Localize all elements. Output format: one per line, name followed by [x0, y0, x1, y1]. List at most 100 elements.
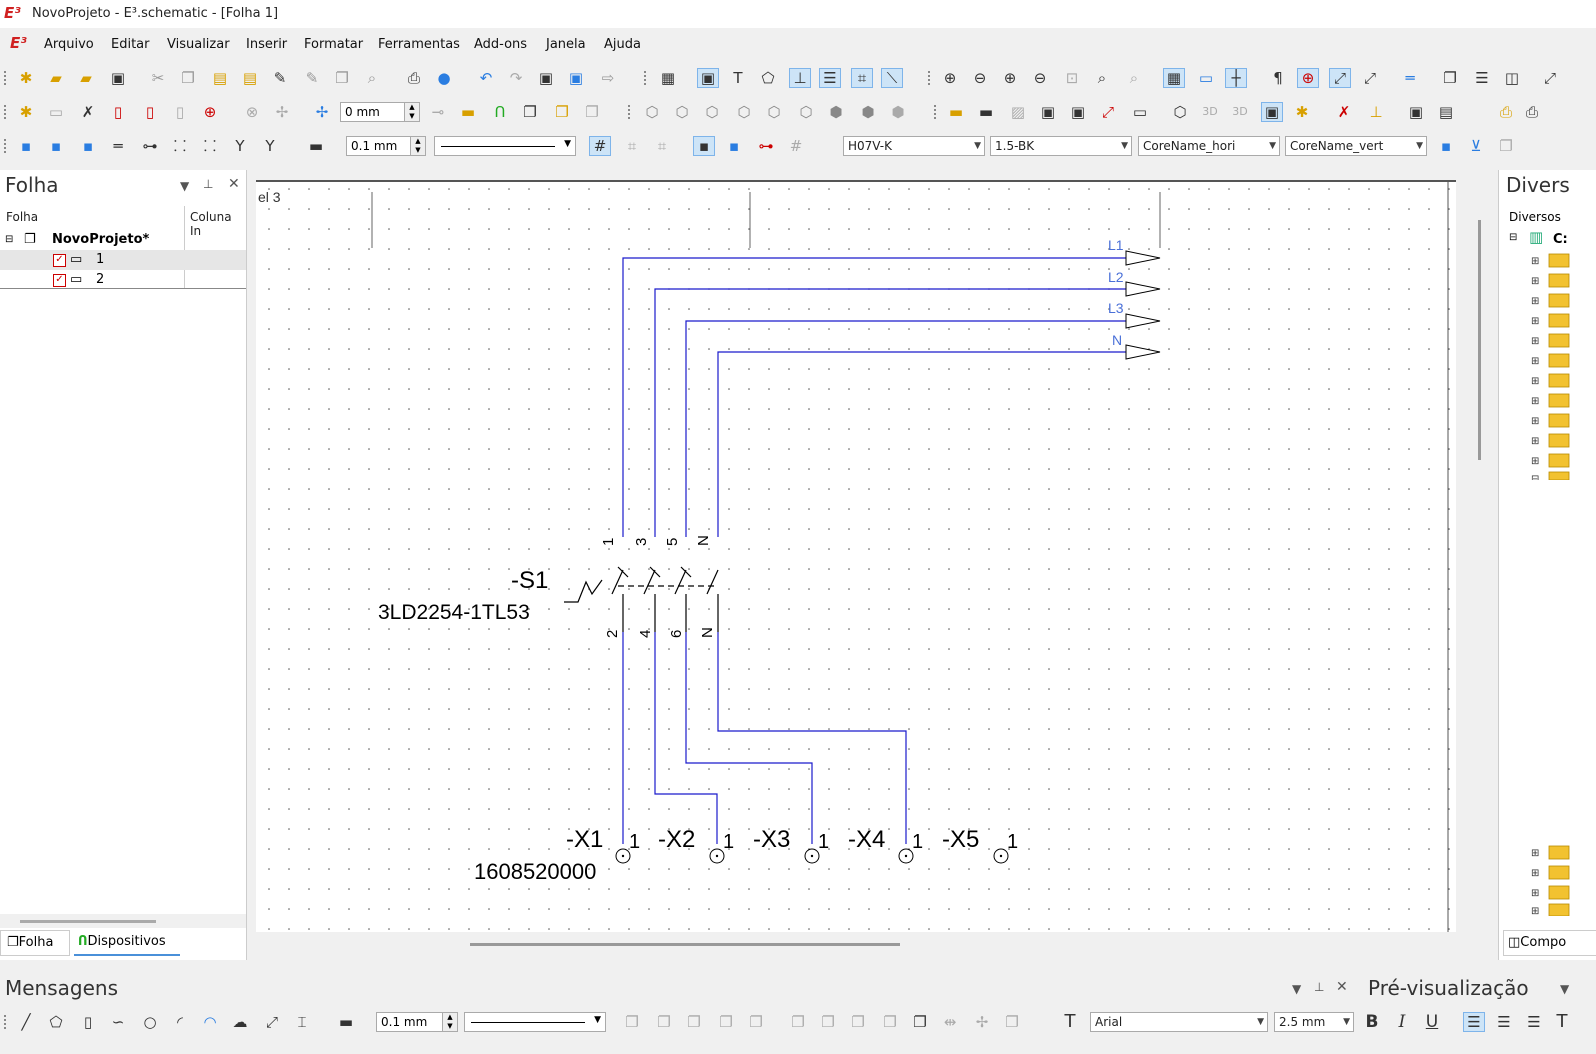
layer-icon[interactable]: ▭	[1196, 69, 1216, 87]
block-icon[interactable]: ▬	[976, 103, 996, 121]
line-icon[interactable]: ═	[1400, 69, 1420, 87]
cube-6-icon[interactable]: ⬡	[796, 103, 816, 121]
draw-polygon-icon[interactable]: ⬠	[46, 1013, 66, 1031]
3d-view-alt-icon[interactable]: 3D	[1230, 103, 1250, 121]
windows-icon[interactable]: ❐	[1440, 69, 1460, 87]
group-icon[interactable]: ❐	[1002, 1013, 1022, 1031]
cube-8-icon[interactable]: ⬢	[858, 103, 878, 121]
cancel-icon[interactable]: ⊗	[242, 103, 262, 121]
toolbar-grip[interactable]	[934, 105, 938, 119]
delete-row-icon[interactable]: ▯	[170, 103, 190, 121]
copy-device-icon[interactable]: ❐	[520, 103, 540, 121]
new-icon[interactable]: ✱	[16, 69, 36, 87]
toolbar-grip[interactable]	[4, 105, 8, 119]
line-color-icon[interactable]: ▬	[306, 137, 326, 155]
module-icon[interactable]: ▣	[1068, 103, 1088, 121]
frame-icon[interactable]: ▭	[1130, 103, 1150, 121]
outline-icon[interactable]: ▣	[1261, 102, 1283, 122]
wire-hash-icon[interactable]: #	[786, 137, 806, 155]
bold-button[interactable]: B	[1362, 1013, 1382, 1031]
toolbar-grip[interactable]	[4, 139, 8, 153]
cube-5-icon[interactable]: ⬡	[764, 103, 784, 121]
canvas-horizontal-scrollbar[interactable]	[256, 936, 1456, 952]
wire-icon[interactable]: ⟍	[881, 68, 903, 88]
menu-visualizar[interactable]: Visualizar	[167, 37, 230, 52]
place-label-icon[interactable]: ▪	[46, 137, 66, 155]
align-icon[interactable]: ☰	[819, 68, 841, 88]
angle-icon[interactable]: ⊥	[1366, 103, 1386, 121]
print-setup-icon[interactable]: ⎙	[1496, 103, 1516, 121]
paste-device-icon[interactable]: ❐	[552, 103, 572, 121]
print-preview-icon[interactable]: ⎙	[1522, 103, 1542, 121]
close-icon[interactable]: ✕	[1336, 979, 1348, 995]
cube-3-icon[interactable]: ⬡	[702, 103, 722, 121]
spinner-arrows-icon[interactable]: ▲ ▼	[442, 1013, 457, 1031]
align-center-icon[interactable]: ☰	[1494, 1013, 1514, 1031]
target-icon[interactable]: ⊕	[200, 103, 220, 121]
menu-ferramentas[interactable]: Ferramentas	[378, 37, 460, 52]
collapse-icon[interactable]: ⊟	[5, 230, 13, 250]
cube-1-icon[interactable]: ⬡	[642, 103, 662, 121]
brush-icon[interactable]: ✎	[302, 69, 322, 87]
tab-folha[interactable]: ❐Folha	[0, 930, 70, 956]
route-icon[interactable]: ⤢	[1360, 69, 1380, 87]
menu-editar[interactable]: Editar	[111, 37, 150, 52]
open-icon[interactable]: ▰	[46, 69, 66, 87]
draw-line-icon[interactable]: ╱	[16, 1013, 36, 1031]
3d-box-icon[interactable]: ⬡	[1170, 103, 1190, 121]
text-symbol-icon[interactable]: ⌗	[851, 68, 873, 88]
move-icon[interactable]: ✢	[272, 103, 292, 121]
menu-inserir[interactable]: Inserir	[246, 37, 287, 52]
order-4-icon[interactable]: ❐	[880, 1013, 900, 1031]
order-2-icon[interactable]: ❐	[818, 1013, 838, 1031]
folder-list-bottom[interactable]: ⊞ ⊞ ⊞ ⊞	[1531, 842, 1596, 917]
line-width-spinner[interactable]: 0.1 mm ▲ ▼	[346, 136, 426, 156]
disconnect-icon[interactable]: ✗	[1334, 103, 1354, 121]
export-icon[interactable]: ▣	[566, 69, 586, 87]
offset-icon[interactable]: ✢	[312, 103, 332, 121]
scrollbar-thumb[interactable]	[1478, 220, 1481, 460]
order-1-icon[interactable]: ❐	[788, 1013, 808, 1031]
help-icon[interactable]: ●	[434, 69, 454, 87]
menu-logo-icon[interactable]: E³	[10, 34, 27, 52]
arrange-2-icon[interactable]: ❐	[654, 1013, 674, 1031]
toolbar-grip[interactable]	[628, 105, 632, 119]
pin-icon[interactable]: ⊥	[1314, 980, 1324, 994]
italic-button[interactable]: I	[1392, 1013, 1412, 1031]
star-icon[interactable]: ✱	[1292, 103, 1312, 121]
move-icon[interactable]: ✢	[972, 1013, 992, 1031]
connect-icon[interactable]: ⊕	[1297, 68, 1319, 88]
line-style-select[interactable]: ▼	[434, 136, 576, 156]
canvas-vertical-scrollbar[interactable]	[1462, 180, 1496, 930]
paste-icon[interactable]: ▤	[210, 69, 230, 87]
zoom-select-icon[interactable]: ⌕	[1124, 69, 1144, 87]
split-alt-icon[interactable]: Y	[260, 137, 280, 155]
core-split-icon[interactable]: ⊻	[1466, 137, 1486, 155]
undo-icon[interactable]: ↶	[476, 69, 496, 87]
vertical-split-icon[interactable]: ◫	[1502, 69, 1522, 87]
draw-arc-alt-icon[interactable]: ◠	[200, 1013, 220, 1031]
text-icon[interactable]: T	[728, 69, 748, 87]
row-icon[interactable]: ▯	[140, 103, 160, 121]
dropdown-icon[interactable]: ▼	[180, 179, 189, 193]
hash-icon[interactable]: #	[589, 136, 611, 156]
label-icon[interactable]: ▬	[458, 103, 478, 121]
arrange-5-icon[interactable]: ❐	[746, 1013, 766, 1031]
wire-type-select[interactable]: H07V-K ▼	[843, 136, 985, 156]
horizontal-line-icon[interactable]: ═	[108, 137, 128, 155]
core-name-hori-select[interactable]: CoreName_hori ▼	[1138, 136, 1280, 156]
tree-item-sheet-1[interactable]: ✓ ▭ 1	[0, 250, 246, 270]
collapse-icon[interactable]: ⊟	[1509, 232, 1517, 243]
arrange-3-icon[interactable]: ❐	[684, 1013, 704, 1031]
report-icon[interactable]: ▤	[1436, 103, 1456, 121]
save-icon[interactable]: ▣	[108, 69, 128, 87]
menu-ajuda[interactable]: Ajuda	[604, 37, 641, 52]
hatch-icon[interactable]: ▨	[1008, 103, 1028, 121]
draw-arc-icon[interactable]: ◜	[170, 1013, 190, 1031]
folder-list[interactable]: ⊞ ⊞ ⊞ ⊞ ⊞ ⊞ ⊞ ⊞ ⊞ ⊞ ⊞ ⊟	[1531, 250, 1596, 485]
panel-icon[interactable]: ▣	[1038, 103, 1058, 121]
menu-arquivo[interactable]: Arquivo	[44, 37, 94, 52]
underline-button[interactable]: U	[1422, 1013, 1442, 1031]
toolbar-grip[interactable]	[928, 71, 932, 85]
hash-alt-icon[interactable]: ⌗	[622, 137, 642, 155]
